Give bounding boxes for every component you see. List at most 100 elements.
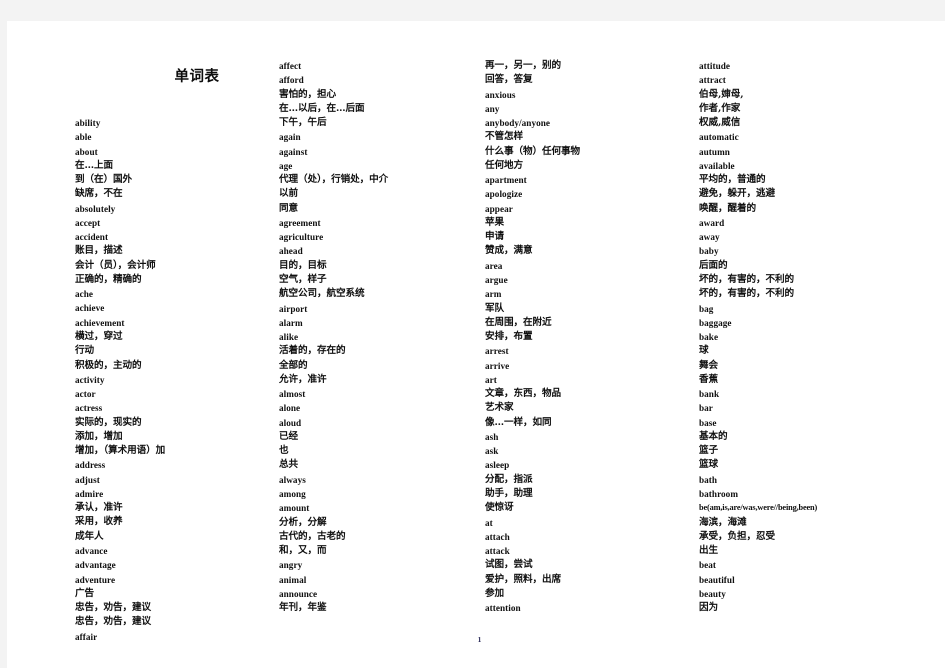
word-entry: alone [279, 403, 301, 414]
word-entry: appear [485, 203, 513, 214]
word-entry: 像…一样，如同 [485, 416, 552, 428]
word-list-2: affect afford 害怕的，担心 在…以后，在…后面 下午，午后 again aga… [279, 59, 484, 615]
word-entry: alarm [279, 317, 303, 328]
word-entry: base [699, 417, 717, 428]
word-entry: 已经 [279, 430, 298, 442]
word-entry: asleep [485, 460, 510, 471]
word-entry: 实际的，现实的 [75, 416, 142, 428]
word-entry: 害怕的，担心 [279, 88, 336, 100]
word-entry: 目的，目标 [279, 259, 327, 271]
word-entry: 文章，东西，物品 [485, 388, 561, 400]
word-entry: agriculture [279, 232, 324, 243]
word-entry: 安排，布置 [485, 331, 533, 343]
word-entry: 采用，收养 [75, 516, 123, 528]
word-entry: 再一，另一，别的 [485, 60, 561, 71]
word-list-4: attitude attract 伯母,婶母, 作者,作家 权威,威信 automatic… [699, 59, 904, 615]
word-entry: beat [699, 560, 717, 571]
word-entry: 香蕉 [699, 373, 718, 385]
word-entry: bake [699, 332, 719, 343]
word-entry: achieve [75, 303, 105, 314]
word-entry: 缺席，不在 [75, 188, 123, 200]
word-entry: 球 [699, 345, 709, 357]
page-number: 1 [477, 635, 482, 644]
word-entry: ahead [279, 246, 303, 257]
word-entry: 承认，准许 [75, 502, 123, 514]
word-entry: ache [75, 289, 94, 300]
word-entry: 权威,威信 [699, 117, 741, 129]
word-entry: 军队 [485, 302, 504, 314]
word-entry: afford [279, 75, 304, 86]
word-entry: attract [699, 75, 726, 86]
word-entry: baby [699, 246, 719, 257]
word-entry: about [75, 146, 98, 157]
word-entry: 广告 [75, 587, 94, 599]
word-entry: 什么事（物）任何事物 [485, 145, 580, 157]
word-entry: 参加 [485, 587, 504, 599]
word-entry: attention [485, 603, 521, 614]
word-list-3: 再一，另一，别的 回答，答复 anxious any anybody/anyone 不管怎… [485, 59, 690, 615]
word-entry: 不管怎样 [485, 131, 523, 143]
word-entry: apologize [485, 189, 523, 200]
word-entry: 增加，（算术用语）加 [75, 445, 166, 457]
word-entry: 以前 [279, 188, 298, 200]
word-entry: 试图，尝试 [485, 559, 533, 571]
word-entry: attack [485, 546, 510, 557]
word-entry: 空气，样子 [279, 273, 327, 285]
word-entry: 基本的 [699, 430, 728, 442]
word-entry: available [699, 160, 735, 171]
word-entry: area [485, 260, 503, 271]
word-entry: always [279, 474, 306, 485]
word-entry: arrive [485, 360, 510, 371]
word-entry: attach [485, 531, 510, 542]
word-entry: admire [75, 488, 104, 499]
word-entry: 出生 [699, 545, 718, 557]
word-entry: airport [279, 303, 308, 314]
word-entry: 代理（处），行销处，中介 [279, 174, 389, 186]
word-entry: accept [75, 217, 101, 228]
word-entry: 苹果 [485, 216, 504, 228]
word-entry: 在…以后，在…后面 [279, 102, 365, 114]
word-entry: 分析，分解 [279, 516, 327, 528]
word-entry: 航空公司，航空系统 [279, 288, 365, 300]
word-entry: anybody/anyone [485, 118, 551, 129]
word-entry: 唤醒，醒着的 [699, 202, 756, 214]
word-entry: 行动 [75, 345, 94, 357]
word-entry: 回答，答复 [485, 74, 533, 86]
word-entry: 正确的，精确的 [75, 273, 142, 285]
word-entry: 允许，准许 [279, 373, 327, 385]
word-entry: 和，又，而 [279, 545, 327, 557]
word-entry: 承受，负担，忍受 [699, 530, 775, 542]
word-entry: ability [75, 118, 101, 128]
word-entry: amount [279, 503, 310, 514]
word-entry: 也 [279, 445, 289, 457]
word-entry: beauty [699, 588, 726, 599]
word-entry: age [279, 160, 293, 171]
word-entry: be(am,is,are/was,were//being,been) [699, 503, 818, 513]
word-entry: announce [279, 588, 318, 599]
word-entry: bath [699, 474, 718, 485]
word-entry: almost [279, 389, 306, 400]
word-entry: away [699, 232, 720, 243]
word-column-4: attitude attract 伯母,婶母, 作者,作家 权威,威信 automatic… [699, 59, 904, 615]
word-entry: 爱护，照料，出席 [485, 573, 561, 585]
word-entry: 古代的，古老的 [279, 530, 346, 542]
word-entry: 在周围，在附近 [485, 316, 552, 328]
word-entry: 艺术家 [485, 402, 514, 414]
word-entry: achievement [75, 317, 125, 328]
word-entry: 平均的，普通的 [699, 174, 766, 186]
word-entry: 到（在）国外 [75, 174, 132, 186]
word-entry: 活着的，存在的 [279, 345, 346, 357]
word-entry: award [699, 217, 725, 228]
word-entry: argue [485, 274, 508, 285]
word-entry: attitude [699, 61, 731, 71]
word-entry: bar [699, 403, 713, 414]
word-entry: 任何地方 [485, 159, 523, 171]
word-entry: among [279, 488, 306, 499]
word-entry: alike [279, 332, 299, 343]
word-entry: affect [279, 61, 302, 71]
word-entry: 海滨，海滩 [699, 516, 747, 528]
word-entry: 全部的 [279, 359, 308, 371]
word-entry: bathroom [699, 488, 739, 499]
word-entry: beautiful [699, 574, 735, 585]
word-entry: 坏的，有害的，不利的 [699, 288, 794, 300]
